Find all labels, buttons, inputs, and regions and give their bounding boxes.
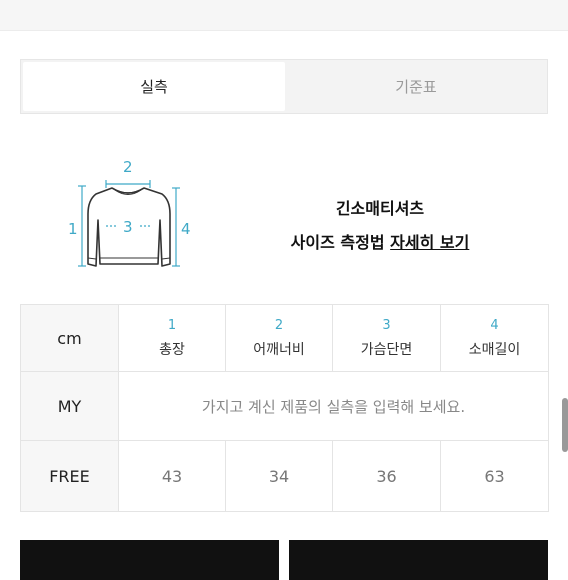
compare-size-button[interactable] [20, 540, 279, 580]
measure-value: 43 [118, 440, 226, 512]
my-size-input[interactable]: 가지고 계신 제품의 실측을 입력해 보세요. [118, 371, 549, 441]
unit-cell: cm [20, 304, 119, 372]
product-title-block: 긴소매티셔츠 사이즈 측정법 자세히 보기 [250, 195, 510, 253]
size-guide-line: 사이즈 측정법 자세히 보기 [250, 229, 510, 253]
diagram-label-4: 4 [181, 220, 191, 238]
column-name: 총장 [159, 341, 185, 358]
row-label-free: FREE [20, 440, 119, 512]
size-guide-prefix: 사이즈 측정법 [290, 233, 391, 252]
column-name: 가슴단면 [360, 341, 413, 358]
enter-size-button[interactable] [289, 540, 548, 580]
measure-value: 34 [225, 440, 333, 512]
measure-value: 63 [440, 440, 549, 512]
diagram-label-2: 2 [123, 158, 133, 176]
column-header: 1 총장 [118, 304, 226, 372]
row-label-my: MY [20, 371, 119, 441]
column-number: 4 [490, 317, 499, 333]
scrollbar-thumb[interactable] [562, 398, 568, 452]
column-header: 4 소매길이 [440, 304, 549, 372]
column-header: 2 어깨너비 [225, 304, 333, 372]
diagram-label-1: 1 [68, 220, 78, 238]
measure-value: 36 [332, 440, 441, 512]
column-name: 어깨너비 [253, 341, 305, 358]
diagram-label-3: 3 [123, 218, 133, 236]
garment-diagram: 2 1 3 4 [62, 154, 196, 278]
tab-actual-measure[interactable]: 실측 [23, 62, 285, 111]
column-number: 1 [167, 317, 177, 333]
tab-size-standard[interactable]: 기준표 [287, 62, 545, 111]
column-number: 2 [274, 317, 284, 333]
table-row-my: MY 가지고 계신 제품의 실측을 입력해 보세요. [20, 371, 549, 441]
table-header-row: cm 1 총장 2 어깨너비 3 가슴단면 4 소매길이 [20, 304, 549, 372]
size-table: cm 1 총장 2 어깨너비 3 가슴단면 4 소매길이 MY 가지고 계신 제품의 실… [20, 304, 549, 512]
column-number: 3 [382, 317, 391, 333]
size-guide-detail-link[interactable]: 자세히 보기 [390, 233, 469, 252]
column-name: 소매길이 [468, 341, 521, 358]
column-header: 3 가슴단면 [332, 304, 441, 372]
table-row-free: FREE 43 34 36 63 [20, 440, 549, 512]
product-name: 긴소매티셔츠 [335, 199, 425, 218]
top-separator-band [0, 0, 568, 31]
size-tabs: 실측 기준표 [20, 59, 548, 114]
